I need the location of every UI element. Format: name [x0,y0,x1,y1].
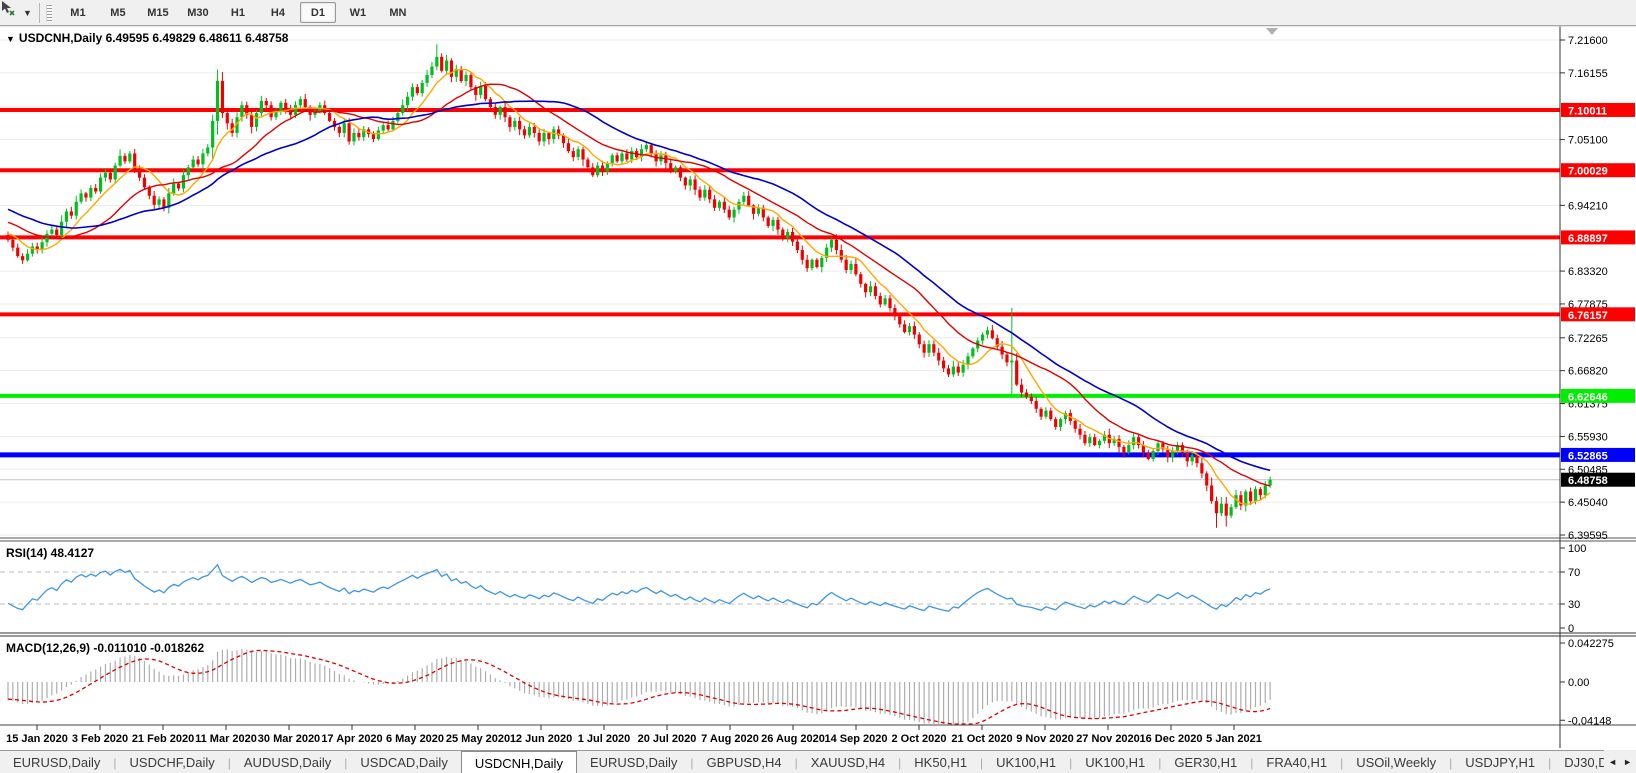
svg-text:3 Feb 2020: 3 Feb 2020 [72,733,128,745]
chart-title: ▼ USDCNH,Daily 6.49595 6.49829 6.48611 6.… [6,31,288,45]
svg-text:6.72265: 6.72265 [1568,333,1608,345]
chart-area: 7.216007.161557.051006.942106.833206.778… [0,0,1636,750]
timeframe-button-h4[interactable]: H4 [260,2,296,23]
timeframe-button-m1[interactable]: M1 [60,2,96,23]
timeframe-button-m30[interactable]: M30 [180,2,216,23]
svg-text:7.00029: 7.00029 [1568,166,1608,178]
chart-tab-uk100-h1[interactable]: UK100,H1 [983,751,1069,773]
chart-ohlc-values: 6.49595 6.49829 6.48611 6.48758 [106,31,289,45]
scroll-tabs-left-icon[interactable]: ◄ [1608,757,1617,767]
chart-tab-uk100-h1[interactable]: UK100,H1 [1072,751,1158,773]
svg-text:21 Oct 2020: 21 Oct 2020 [951,733,1012,745]
svg-text:0.00: 0.00 [1568,677,1589,689]
svg-text:30 Mar 2020: 30 Mar 2020 [258,733,320,745]
timeframe-button-d1[interactable]: D1 [300,2,336,23]
svg-text:30: 30 [1568,599,1580,611]
chart-tab-fra40-h1[interactable]: FRA40,H1 [1253,751,1340,773]
chart-tabs-bar: EURUSD,Daily|USDCHF,Daily|AUDUSD,Daily|U… [0,750,1636,773]
svg-text:6.55930: 6.55930 [1568,431,1608,443]
chart-tab-usdcad-daily[interactable]: USDCAD,Daily [347,751,460,773]
trading-terminal-window: 7.216007.161557.051006.942106.833206.778… [0,0,1636,773]
chart-tab-eurusd-daily[interactable]: EURUSD,Daily [0,751,113,773]
svg-text:1 Jul 2020: 1 Jul 2020 [578,733,631,745]
timeframe-toolbar: ▼ M1M5M15M30H1H4D1W1MN [0,0,1636,26]
svg-text:0.042275: 0.042275 [1568,638,1614,650]
svg-text:6.52865: 6.52865 [1568,450,1608,462]
svg-text:20 Jul 2020: 20 Jul 2020 [638,733,697,745]
chart-canvas[interactable]: 7.216007.161557.051006.942106.833206.778… [0,0,1636,750]
tab-scroll-arrows: ◄ ► [1604,750,1636,773]
svg-text:5 Jan 2021: 5 Jan 2021 [1206,733,1262,745]
svg-text:27 Nov 2020: 27 Nov 2020 [1076,733,1140,745]
timeframe-button-w1[interactable]: W1 [340,2,376,23]
svg-text:7.10011: 7.10011 [1568,105,1607,117]
chart-tab-gbpusd-h4[interactable]: GBPUSD,H4 [693,751,794,773]
svg-text:100: 100 [1568,543,1586,555]
chart-tab-hk50-h1[interactable]: HK50,H1 [901,751,980,773]
timeframe-button-mn[interactable]: MN [380,2,416,23]
collapse-icon[interactable]: ▼ [6,34,15,44]
svg-text:26 Aug 2020: 26 Aug 2020 [761,733,825,745]
timeframe-button-h1[interactable]: H1 [220,2,256,23]
chart-tab-eurusd-daily[interactable]: EURUSD,Daily [577,751,690,773]
macd-indicator-label: MACD(12,26,9) -0.011010 -0.018262 [6,641,204,655]
svg-text:6.39595: 6.39595 [1568,530,1608,542]
svg-text:21 Feb 2020: 21 Feb 2020 [132,733,194,745]
chart-tab-usdcnh-daily[interactable]: USDCNH,Daily [461,751,577,773]
chart-tab-xauusd-h4[interactable]: XAUUSD,H4 [798,751,898,773]
svg-text:-0.04148: -0.04148 [1568,715,1611,727]
svg-text:6.45040: 6.45040 [1568,497,1608,509]
svg-text:11 Mar 2020: 11 Mar 2020 [195,733,257,745]
svg-text:7.21600: 7.21600 [1568,35,1608,47]
timeframe-button-m5[interactable]: M5 [100,2,136,23]
rsi-indicator-label: RSI(14) 48.4127 [6,546,94,560]
svg-text:15 Jan 2020: 15 Jan 2020 [6,733,68,745]
chart-tab-audusd-daily[interactable]: AUDUSD,Daily [231,751,344,773]
timeframe-button-m15[interactable]: M15 [140,2,176,23]
svg-text:6.94210: 6.94210 [1568,200,1608,212]
svg-text:6.88897: 6.88897 [1568,233,1608,245]
svg-text:7.16155: 7.16155 [1568,68,1608,80]
svg-text:6.48758: 6.48758 [1568,475,1608,487]
svg-text:14 Sep 2020: 14 Sep 2020 [825,733,888,745]
chevron-down-icon[interactable]: ▼ [23,8,32,18]
svg-text:12 Jun 2020: 12 Jun 2020 [510,733,572,745]
toolbar-grip[interactable] [46,4,52,22]
svg-text:6.76157: 6.76157 [1568,310,1608,322]
svg-text:70: 70 [1568,567,1580,579]
cursor-tool-icon[interactable] [2,3,22,23]
svg-text:6.62646: 6.62646 [1568,391,1608,403]
chart-tab-usdjpy-h1[interactable]: USDJPY,H1 [1452,751,1548,773]
svg-text:6.66820: 6.66820 [1568,366,1608,378]
chart-tab-usoil-weekly[interactable]: USOil,Weekly [1343,751,1449,773]
svg-text:2 Oct 2020: 2 Oct 2020 [891,733,946,745]
svg-text:16 Dec 2020: 16 Dec 2020 [1140,733,1203,745]
svg-text:7 Aug 2020: 7 Aug 2020 [701,733,759,745]
svg-text:7.05100: 7.05100 [1568,135,1608,147]
svg-text:9 Nov 2020: 9 Nov 2020 [1016,733,1073,745]
chart-tab-usdchf-daily[interactable]: USDCHF,Daily [117,751,228,773]
svg-text:6.83320: 6.83320 [1568,266,1608,278]
chart-symbol-label: USDCNH,Daily [19,31,102,45]
svg-text:17 Apr 2020: 17 Apr 2020 [321,733,382,745]
toolbar-separator [39,3,40,23]
svg-text:25 May 2020: 25 May 2020 [446,733,510,745]
svg-text:0: 0 [1568,623,1574,635]
chart-tab-ger30-h1[interactable]: GER30,H1 [1161,751,1250,773]
scroll-tabs-right-icon[interactable]: ► [1623,757,1632,767]
svg-text:6 May 2020: 6 May 2020 [386,733,444,745]
